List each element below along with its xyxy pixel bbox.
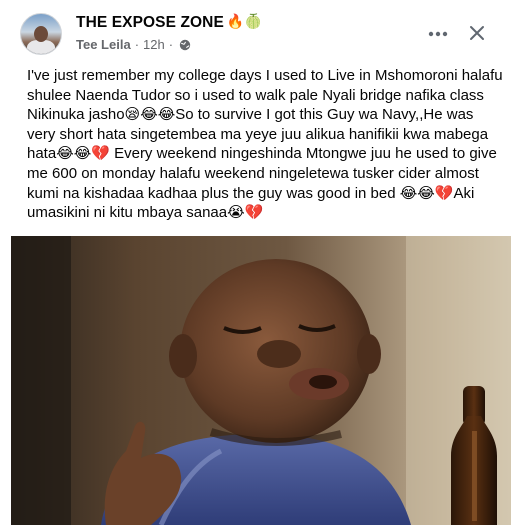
avatar-figure-body <box>27 40 55 54</box>
meta-separator: · <box>134 37 140 52</box>
facebook-post: THE EXPOSE ZONE 🔥🍈 Tee Leila · 12h · I'v… <box>0 0 522 525</box>
page-avatar[interactable] <box>20 13 62 55</box>
avatar-figure-face <box>34 26 48 42</box>
timestamp[interactable]: 12h <box>143 37 165 52</box>
page-name-emojis: 🔥🍈 <box>226 13 262 29</box>
post-body-text: I've just remember my college days I use… <box>27 67 503 222</box>
globe-icon <box>179 39 191 51</box>
post-photo[interactable] <box>11 236 511 525</box>
author-name[interactable]: Tee Leila <box>76 37 131 52</box>
page-name-text[interactable]: THE EXPOSE ZONE <box>76 14 224 31</box>
post-header: THE EXPOSE ZONE 🔥🍈 Tee Leila · 12h · <box>0 0 522 62</box>
post-meta: Tee Leila · 12h · <box>76 37 191 52</box>
close-icon[interactable] <box>462 18 492 48</box>
page-name[interactable]: THE EXPOSE ZONE 🔥🍈 <box>76 13 262 32</box>
meta-separator-2: · <box>168 37 174 52</box>
more-options-icon[interactable] <box>424 20 452 48</box>
